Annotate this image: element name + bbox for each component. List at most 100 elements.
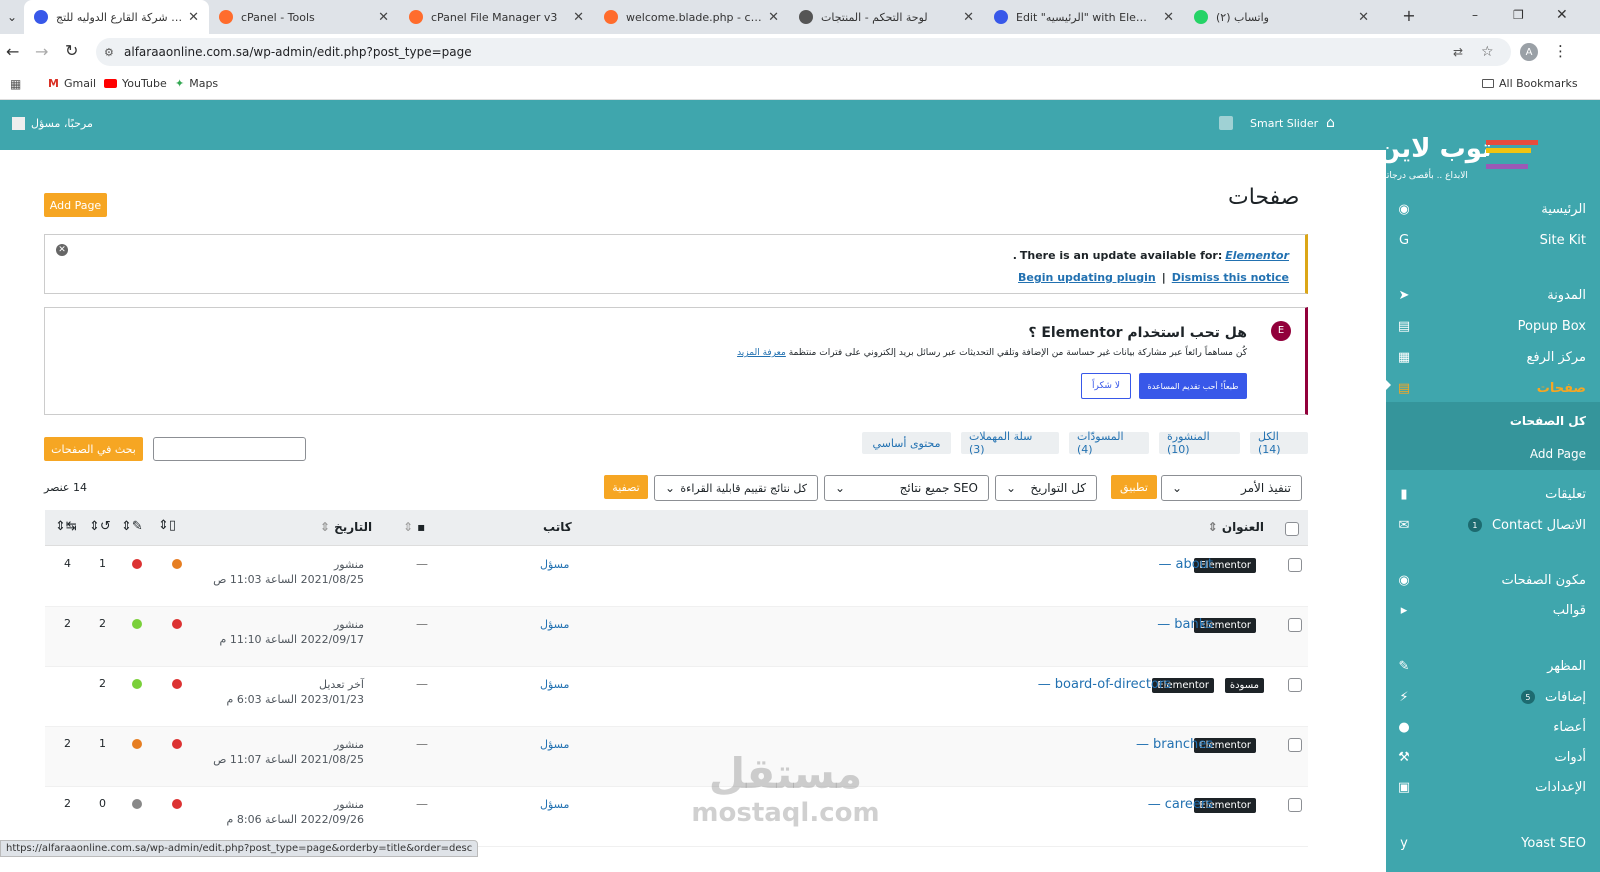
view-all[interactable]: الكل (14) [1250,430,1308,456]
sidebar-item-sub-7[interactable]: Add Page [1396,440,1586,468]
learn-more-link[interactable]: معرفة المزيد [737,348,786,358]
column-seo-score[interactable]: ⇕▯ [158,518,176,533]
bookmark-star-icon[interactable]: ☆ [1481,44,1494,60]
row-checkbox[interactable] [1288,618,1302,632]
all-bookmarks-folder[interactable]: All Bookmarks [1482,77,1578,90]
site-info-icon[interactable]: ⚙ [104,46,114,59]
browser-tab[interactable]: صفحات ‹ شركة القارع الدوليه للتج ✕ [24,0,209,34]
yoast-bar-icon[interactable] [1219,116,1233,130]
browser-tab[interactable]: لوحة التحكم - المنتجات ✕ [789,0,984,34]
bulk-action-select[interactable]: ⌄ تنفيذ الأمر [1161,475,1302,501]
back-icon[interactable]: ← [6,42,19,61]
row-checkbox[interactable] [1288,558,1302,572]
address-bar[interactable]: ⚙ alfaraaonline.com.sa/wp-admin/edit.php… [96,38,1511,66]
menu-kebab-icon[interactable]: ⋮ [1553,42,1568,60]
sidebar-item-google[interactable]: G Site Kit [1396,226,1586,254]
tab-search-icon[interactable]: ⌄ [0,0,24,34]
column-readability[interactable]: ⇕✎ [121,519,143,534]
column-outgoing-links[interactable]: ⇕↺ [89,519,111,534]
close-tab-icon[interactable]: ✕ [378,10,389,25]
column-comments[interactable]: ⇕ ▪ [403,520,425,534]
bookmark-gmail[interactable]: M Gmail [48,77,96,90]
row-author-link[interactable]: مسؤل [540,618,569,631]
begin-update-link[interactable]: Begin updating plugin [1018,271,1156,284]
bookmark-maps[interactable]: ✦ Maps [175,77,218,90]
row-author-link[interactable]: مسؤل [540,738,569,751]
seo-filter-select[interactable]: ⌄ جميع نتائج SEO [824,475,989,501]
close-tab-icon[interactable]: ✕ [768,10,779,25]
sidebar-item-plugin[interactable]: ⚡ 5 إضافات [1396,683,1586,711]
column-date[interactable]: ⇕ التاريخ [320,520,372,534]
optin-yes-button[interactable]: طبعاً! أحب تقديم المساعدة [1139,373,1247,399]
date-filter-select[interactable]: ⌄ كل التواريخ [995,475,1097,501]
sidebar-item-yoast[interactable]: y Yoast SEO [1396,829,1586,857]
search-pages-button[interactable]: بحث في الصفحات [44,437,143,461]
apps-grid-icon[interactable]: ▦ [10,77,21,91]
greeting-text: مرحبًا، مسؤل [31,117,93,130]
browser-tab[interactable]: Edit "الرئيسيه" with Elementor ✕ [984,0,1184,34]
apply-button[interactable]: تطبيق [1111,475,1157,499]
row-checkbox[interactable] [1288,678,1302,692]
sidebar-item-popup[interactable]: ▤ Popup Box [1396,312,1586,340]
bookmark-youtube[interactable]: YouTube [104,77,167,90]
dismiss-notice-link[interactable]: Dismiss this notice [1172,271,1289,284]
elementor-plugin-link[interactable]: Elementor [1225,249,1289,262]
filter-button[interactable]: تصفية [604,475,648,499]
sidebar-item-user[interactable]: ● أعضاء [1396,713,1586,741]
column-incoming-links[interactable]: ⇕↹ [55,519,77,534]
sidebar-item-settings[interactable]: ▣ الإعدادات [1396,773,1586,801]
sidebar-item-folder[interactable]: ▸ قوالب [1396,596,1586,624]
sidebar-item-pages[interactable]: ▤ صفحات [1396,374,1586,402]
reload-icon[interactable]: ↻ [65,41,78,60]
row-author-link[interactable]: مسؤل [540,558,569,571]
sidebar-item-brush[interactable]: ✎ المظهر [1396,652,1586,680]
sidebar-item-pin[interactable]: ➤ المدونة [1396,281,1586,309]
view-trash[interactable]: سلة المهملات (3) [961,430,1059,456]
view-drafts[interactable]: المسودّات (4) [1069,430,1149,456]
row-checkbox[interactable] [1288,738,1302,752]
dismiss-x-icon[interactable]: ✕ [56,244,68,256]
row-author-link[interactable]: مسؤل [540,678,569,691]
view-published[interactable]: المنشورة (10) [1159,430,1240,456]
close-tab-icon[interactable]: ✕ [1163,10,1174,25]
minimize-icon[interactable]: – [1472,8,1478,22]
smart-slider-link[interactable]: Smart Slider [1250,117,1318,130]
row-title-link[interactable]: careers [1165,797,1213,812]
readability-filter-select[interactable]: ⌄ كل نتائج تقييم قابلية القراءة [654,475,818,501]
sidebar-item-elementor[interactable]: ◉ مكون الصفحات [1396,566,1586,594]
browser-tab[interactable]: (٢) واتساب ✕ [1184,0,1379,34]
add-page-button[interactable]: Add Page [44,193,107,217]
browser-tab[interactable]: cPanel - Tools ✕ [209,0,399,34]
select-all-checkbox[interactable] [1285,522,1299,536]
forward-icon[interactable]: → [35,42,48,61]
browser-tab[interactable]: welcome.blade.php - cPanel Fil ✕ [594,0,789,34]
restore-icon[interactable]: ❐ [1513,8,1524,22]
sidebar-item-wrench[interactable]: ⚒ أدوات [1396,743,1586,771]
browser-tab[interactable]: cPanel File Manager v3 ✕ [399,0,594,34]
close-tab-icon[interactable]: ✕ [188,10,199,25]
close-tab-icon[interactable]: ✕ [963,10,974,25]
row-checkbox[interactable] [1288,798,1302,812]
translate-icon[interactable]: ⇄ [1453,45,1463,59]
sidebar-item-sub-6[interactable]: كل الصفحات [1396,407,1586,435]
column-title[interactable]: ⇕ العنوان [1208,520,1264,534]
new-tab-button[interactable]: + [1399,6,1419,26]
row-title-link[interactable]: banks [1174,617,1213,632]
sidebar-item-dashboard[interactable]: ◉ الرئيسية [1396,195,1586,223]
row-author-link[interactable]: مسؤل [540,798,569,811]
close-tab-icon[interactable]: ✕ [1358,10,1369,25]
sidebar-item-media[interactable]: ▦ مركز الرفع [1396,343,1586,371]
profile-avatar[interactable]: A [1520,43,1538,61]
row-title-link[interactable]: board-of-directors [1055,677,1171,692]
close-window-icon[interactable]: ✕ [1556,7,1568,23]
close-tab-icon[interactable]: ✕ [573,10,584,25]
sidebar-item-mail[interactable]: ✉ 1 الاتصال Contact [1396,511,1586,539]
view-cornerstone[interactable]: محتوى أساسي [862,432,951,454]
my-account-menu[interactable]: مرحبًا، مسؤل [12,117,93,130]
row-title-link[interactable]: about [1175,557,1213,572]
row-title-link[interactable]: branches [1153,737,1213,752]
home-icon[interactable]: ⌂ [1326,115,1335,131]
optin-no-button[interactable]: لا شكراً [1081,373,1131,399]
search-input[interactable] [153,437,306,461]
sidebar-item-comment[interactable]: ▮ تعليقات [1396,480,1586,508]
